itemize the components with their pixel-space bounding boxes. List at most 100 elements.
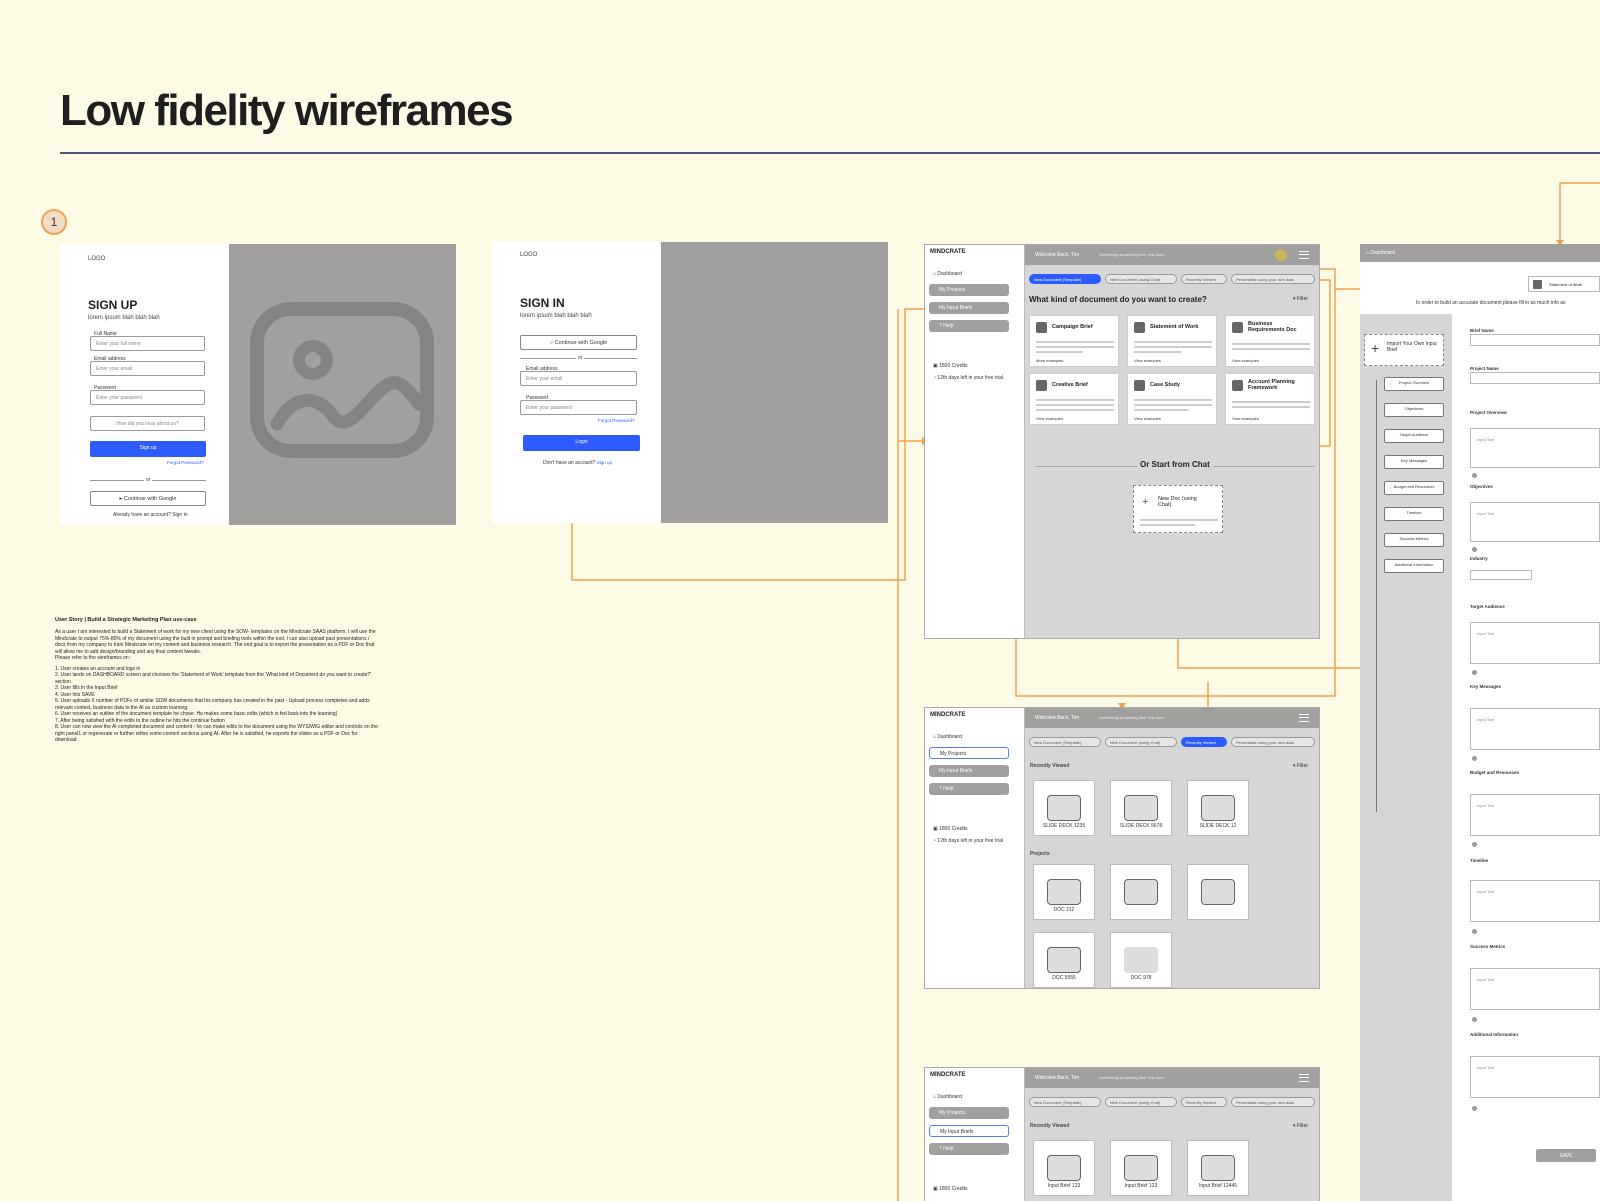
sidebar-item-projects[interactable]: My Projects (929, 747, 1009, 759)
recent-item[interactable]: SLIDE DECK 12 (1187, 780, 1249, 836)
template-card[interactable]: Business Requirements Doc View examples (1225, 315, 1315, 367)
attachment-icon[interactable] (1472, 547, 1477, 552)
sidebar-item-dashboard[interactable]: ⌂ Dashboard (933, 734, 962, 740)
template-card[interactable]: Creative Brief View examples (1029, 373, 1119, 425)
tab-new-template[interactable]: New Document (Template) (1029, 737, 1101, 747)
tab-new-template[interactable]: New Document (Template) (1029, 1097, 1101, 1107)
project-item[interactable]: DOC 978 (1110, 932, 1172, 988)
sidebar-item-dashboard[interactable]: ⌂ Dashboard (933, 1094, 962, 1100)
tab-new-chat[interactable]: New Document (using Chat) (1105, 1097, 1177, 1107)
project-name-input[interactable] (1470, 372, 1600, 384)
attachment-icon[interactable] (1472, 670, 1477, 675)
signin-forgot-link[interactable]: Forgot Password? (598, 418, 635, 423)
tab-personalise[interactable]: Personalise using your own data (1231, 1097, 1315, 1107)
menu-icon[interactable] (1299, 251, 1309, 259)
timeline-item[interactable]: Success Metrics (1384, 533, 1444, 547)
tab-recently-viewed[interactable]: Recently Viewed (1181, 1097, 1227, 1107)
template-card[interactable]: Account Planning Framework View examples (1225, 373, 1315, 425)
additional-info-input[interactable]: Input Text (1470, 1056, 1600, 1098)
target-audience-input[interactable]: Input Text (1470, 622, 1600, 664)
tab-new-template[interactable]: New Document (Template) (1029, 274, 1101, 284)
brief-name-input[interactable] (1470, 334, 1600, 346)
project-item[interactable]: DOC 5555 (1033, 932, 1095, 988)
card-more-link[interactable]: View examples (1134, 358, 1161, 363)
sidebar-item-briefs[interactable]: My Input Briefs (929, 302, 1009, 314)
password-field[interactable]: Enter your password (90, 390, 205, 405)
breadcrumb[interactable]: ⌂ Dashboard (1366, 250, 1395, 256)
timeline-item[interactable]: Timeline (1384, 507, 1444, 521)
recently-viewed-heading: Recently Viewed (1030, 763, 1070, 769)
brief-item[interactable]: Input Brief 123 (1110, 1140, 1172, 1196)
project-item[interactable] (1187, 864, 1249, 920)
sidebar-item-briefs[interactable]: My Input Briefs (929, 1125, 1009, 1137)
timeline-item[interactable]: Budget and Resources (1384, 481, 1444, 495)
timeline-item[interactable]: Target Audience (1384, 429, 1444, 443)
template-card[interactable]: Case Study View examples (1127, 373, 1217, 425)
recent-item[interactable]: SLIDE DECK 5678 (1110, 780, 1172, 836)
brief-item[interactable]: Input Brief 123 (1033, 1140, 1095, 1196)
filter-control[interactable]: ▾ Filter (1293, 296, 1308, 302)
signup-link[interactable]: Sign up (597, 460, 612, 465)
menu-icon[interactable] (1299, 1074, 1309, 1082)
card-more-link[interactable]: View examples (1134, 416, 1161, 421)
sidebar-item-help[interactable]: ? Help (929, 1143, 1009, 1155)
email-field[interactable]: Enter your email (90, 361, 205, 376)
signin-google-button[interactable]: ○ Continue with Google (520, 335, 637, 350)
sidebar-item-help[interactable]: ? Help (929, 783, 1009, 795)
sidebar-item-help[interactable]: ? Help (929, 320, 1009, 332)
sidebar-item-projects[interactable]: My Projects (929, 284, 1009, 296)
card-more-link[interactable]: More examples (1036, 358, 1063, 363)
card-more-link[interactable]: View examples (1232, 416, 1259, 421)
timeline-item[interactable]: Additional Information (1384, 559, 1444, 573)
tab-personalise[interactable]: Personalise using your own data (1231, 274, 1315, 284)
brief-item[interactable]: Input Brief 12445 (1187, 1140, 1249, 1196)
sidebar-item-dashboard[interactable]: ⌂ Dashboard (933, 271, 962, 277)
sidebar-item-briefs[interactable]: My Input Briefs (929, 765, 1009, 777)
project-item[interactable] (1110, 864, 1172, 920)
tab-personalise[interactable]: Personalise using your own data (1231, 737, 1315, 747)
tab-new-chat[interactable]: New Document (using Chat) (1105, 274, 1177, 284)
attachment-icon[interactable] (1472, 756, 1477, 761)
forgot-password-link[interactable]: Forgot Password? (167, 460, 204, 465)
project-overview-input[interactable]: Input Text (1470, 428, 1600, 468)
budget-input[interactable]: Input Text (1470, 794, 1600, 836)
fullname-field[interactable]: Enter your full name (90, 336, 205, 351)
success-metrics-input[interactable]: Input Text (1470, 968, 1600, 1010)
recent-item[interactable]: SLIDE DECK 1235 (1033, 780, 1095, 836)
card-more-link[interactable]: View examples (1036, 416, 1063, 421)
google-button[interactable]: ▸ Continue with Google (90, 491, 206, 506)
referral-select[interactable]: How did you hear about us? (90, 416, 205, 431)
project-item[interactable]: DOC 212 (1033, 864, 1095, 920)
login-button[interactable]: Login (523, 435, 640, 451)
menu-icon[interactable] (1299, 714, 1309, 722)
key-messages-input[interactable]: Input Text (1470, 708, 1600, 750)
timeline-item[interactable]: Objectives (1384, 403, 1444, 417)
objectives-input[interactable]: Input Text (1470, 502, 1600, 542)
timeline-input[interactable]: Input Text (1470, 880, 1600, 922)
card-more-link[interactable]: View examples (1232, 358, 1259, 363)
new-chat-doc-card[interactable]: + New Doc (using Chat) (1133, 485, 1223, 533)
attachment-icon[interactable] (1472, 1106, 1477, 1111)
tab-new-chat[interactable]: New Document (using Chat) (1105, 737, 1177, 747)
timeline-item[interactable]: Key Messages (1384, 455, 1444, 469)
industry-select[interactable] (1470, 570, 1532, 580)
signin-email-field[interactable]: Enter your email (520, 371, 637, 386)
attachment-icon[interactable] (1472, 473, 1477, 478)
timeline-item[interactable]: Project Overview (1384, 377, 1444, 391)
save-button[interactable]: SAVE (1536, 1149, 1596, 1162)
signup-button[interactable]: Sign up (90, 441, 206, 457)
template-card[interactable]: Statement of Work View examples (1127, 315, 1217, 367)
tab-recently-viewed[interactable]: Recently Viewed (1181, 737, 1227, 747)
attachment-icon[interactable] (1472, 929, 1477, 934)
import-brief-card[interactable]: + Import Your Own Input Brief (1364, 334, 1444, 366)
template-card[interactable]: Campaign Brief More examples (1029, 315, 1119, 367)
filter-control[interactable]: ▾ Filter (1293, 763, 1308, 769)
signin-prompt[interactable]: Already have an account? Sign in (113, 512, 188, 518)
avatar[interactable] (1275, 249, 1287, 261)
sidebar-item-projects[interactable]: My Projects (929, 1107, 1009, 1119)
filter-control[interactable]: ▾ Filter (1293, 1123, 1308, 1129)
attachment-icon[interactable] (1472, 842, 1477, 847)
attachment-icon[interactable] (1472, 1017, 1477, 1022)
tab-recently-viewed[interactable]: Recently Viewed (1181, 274, 1227, 284)
signin-password-field[interactable]: Enter your password (520, 400, 637, 415)
